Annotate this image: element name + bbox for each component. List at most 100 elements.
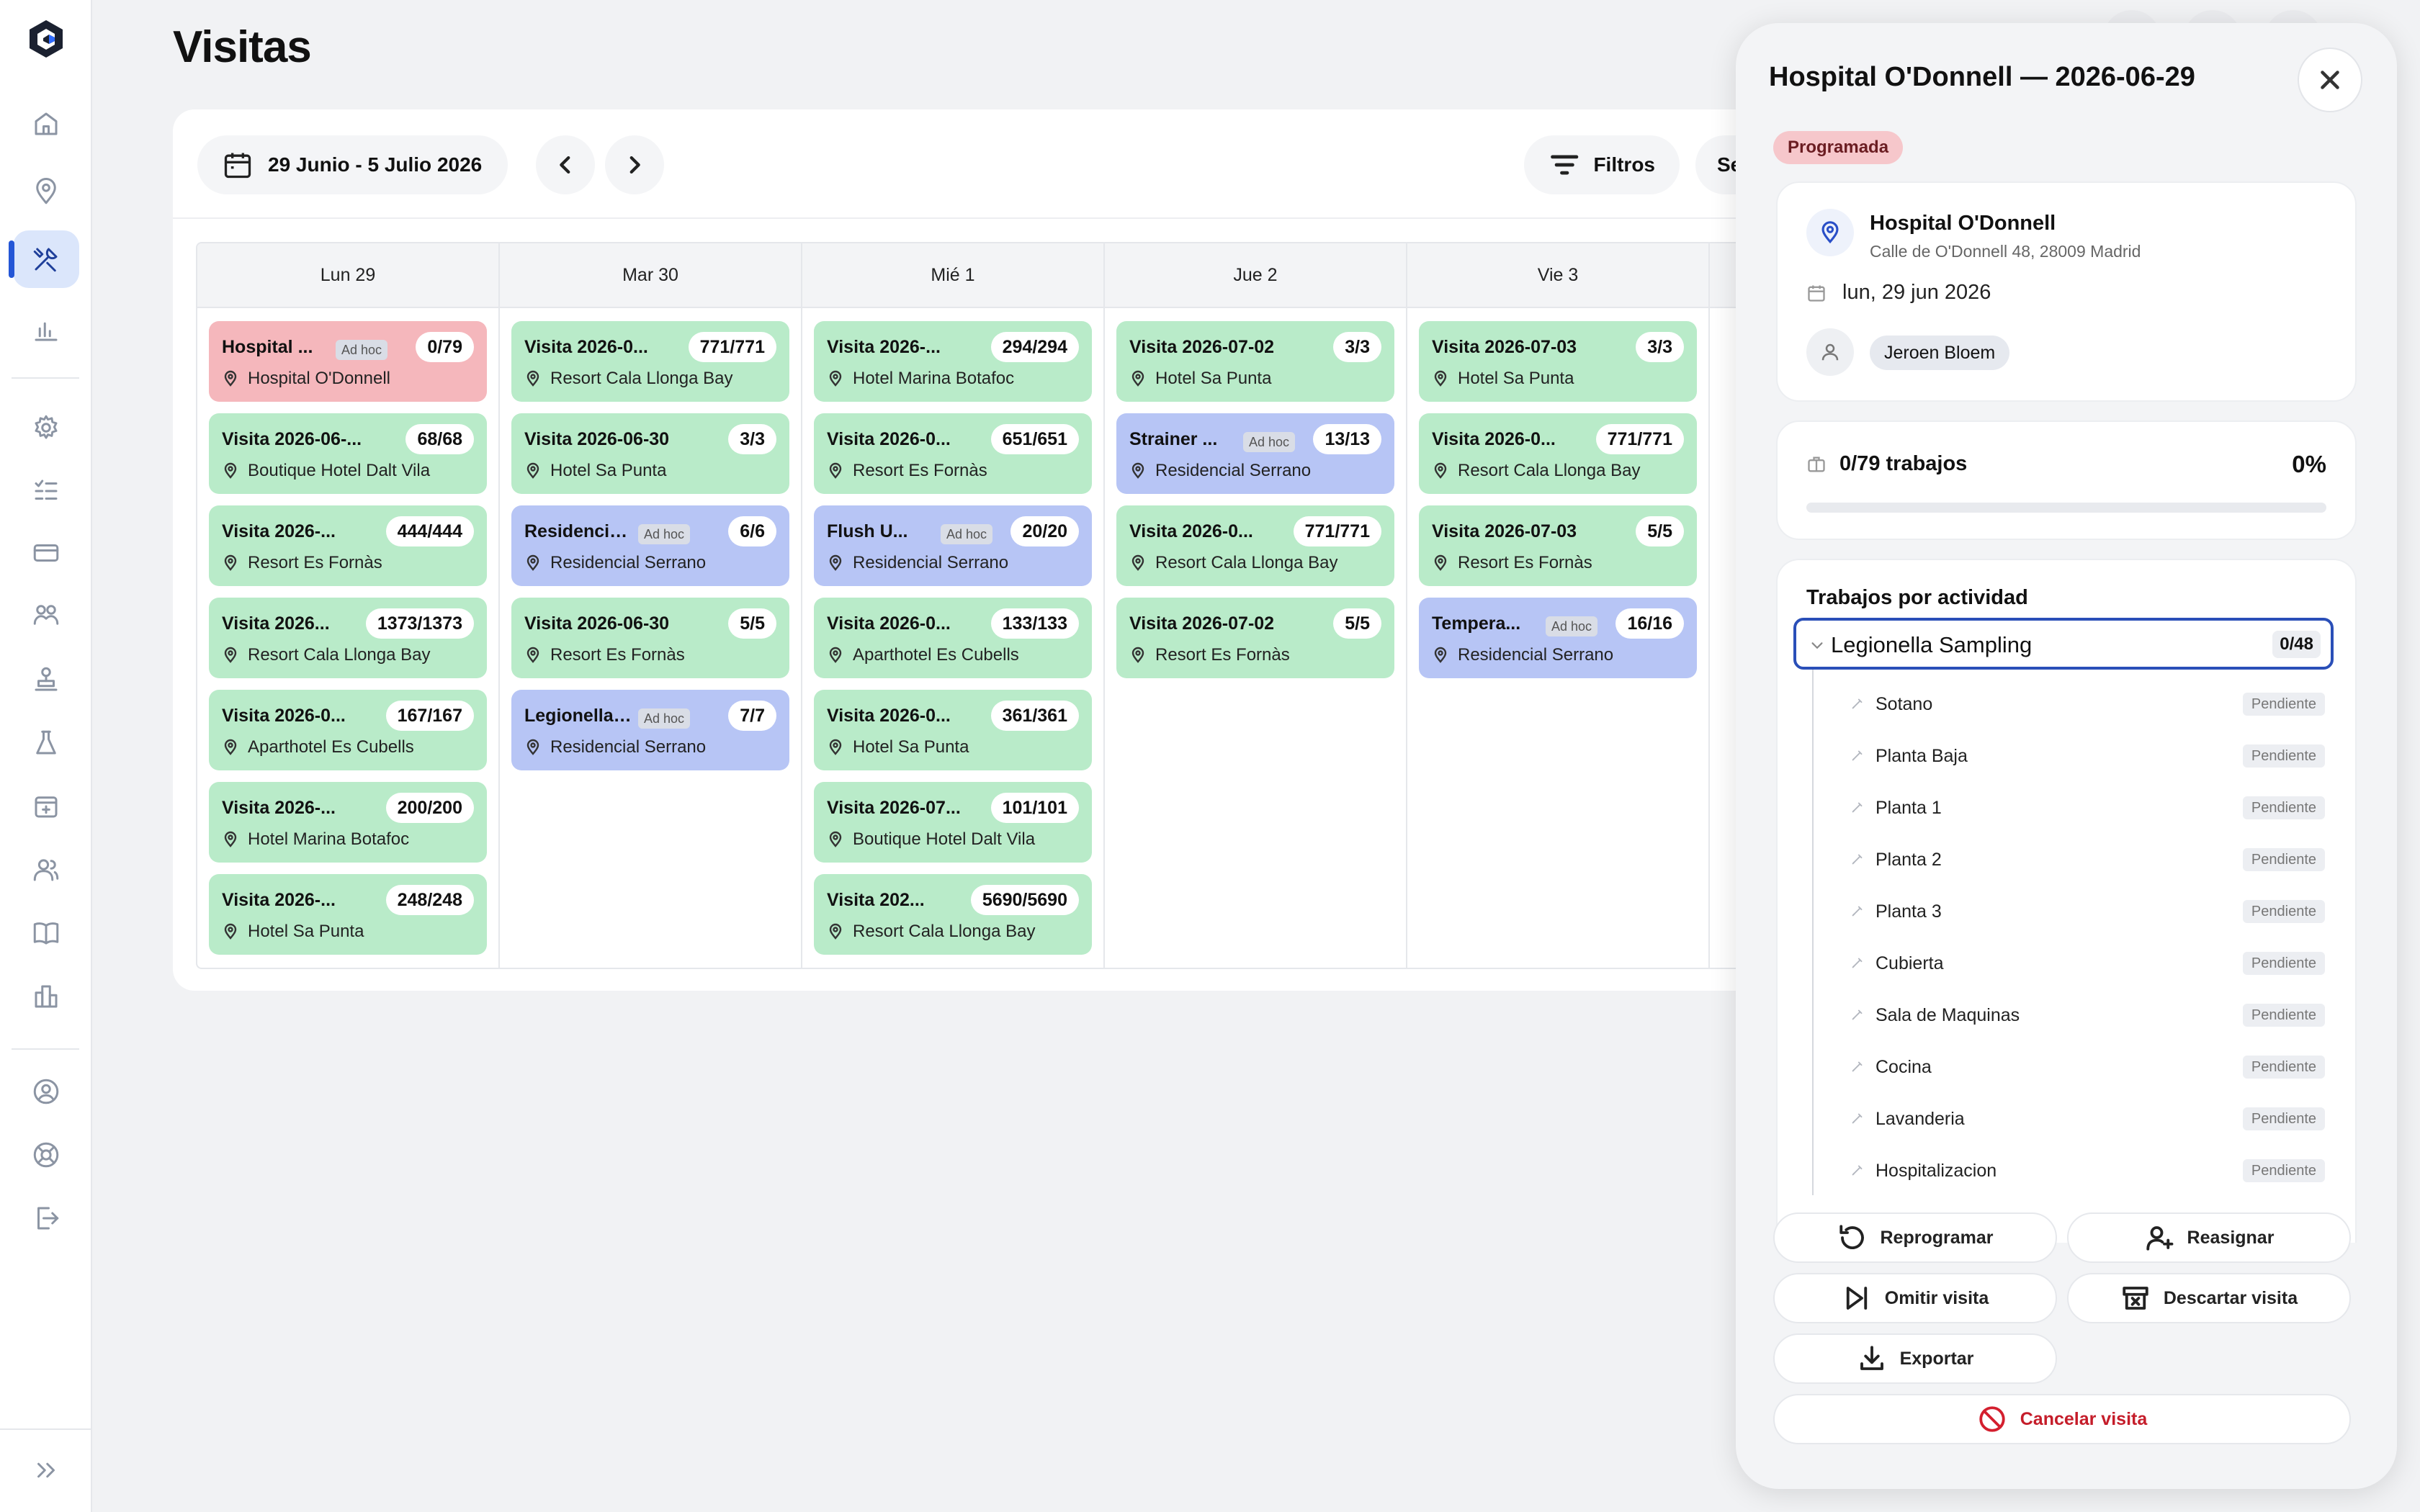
task-row[interactable]: Cocina Pendiente [1850, 1048, 2325, 1089]
nav-stamps[interactable] [13, 651, 79, 708]
visit-card[interactable]: Visita 2026-... 294/294 Hotel Marina Botaf… [814, 321, 1092, 402]
visit-location: Boutique Hotel Dalt Vila [222, 461, 430, 481]
visit-card[interactable]: Visita 2026-... 248/248 Hotel Sa Punta [209, 874, 487, 955]
visit-location-label: Residencial Serrano [1155, 461, 1312, 480]
nav-tasks[interactable] [13, 462, 79, 520]
visit-card[interactable]: Visita 2026-0... 771/771 Resort Cala Llong… [511, 321, 789, 402]
visit-card[interactable]: Flush U... Ad hoc 20/20 Residencial Serrano [814, 505, 1092, 586]
activity-row-legionella[interactable]: Legionella Sampling 0/48 [1793, 618, 2334, 670]
visit-location-label: Resort Es Fornàs [248, 553, 382, 572]
previous-week-button[interactable] [536, 135, 595, 194]
credit-card-icon [33, 544, 59, 562]
visit-location-label: Resort Cala Llonga Bay [1155, 553, 1338, 572]
filters-button[interactable]: Filtros [1524, 135, 1680, 194]
calendar-icon [1808, 285, 1825, 302]
visit-card[interactable]: Strainer ... Ad hoc 13/13 Residencial Serra… [1116, 413, 1394, 494]
app-logo[interactable] [24, 17, 68, 60]
task-row[interactable]: Planta 1 Pendiente [1850, 789, 2325, 829]
nav-visits[interactable] [9, 230, 79, 288]
sampling-icon [1852, 1113, 1863, 1124]
progress-label-row: 0/79 trabajos [1806, 452, 1967, 476]
nav-teams[interactable] [13, 586, 79, 644]
visit-card[interactable]: Visita 2026-07-03 5/5 Resort Es Fornàs [1419, 505, 1697, 586]
task-status-badge: Pendiente [2242, 952, 2325, 975]
task-status-badge: Pendiente [2242, 1056, 2325, 1079]
visit-count-badge: 3/3 [1636, 332, 1684, 362]
task-row[interactable]: Cubierta Pendiente [1850, 945, 2325, 985]
activity-count: 0/48 [2272, 631, 2321, 658]
task-row[interactable]: Sotano Pendiente [1850, 685, 2325, 726]
task-row[interactable]: Sala de Maquinas Pendiente [1850, 996, 2325, 1037]
visit-card[interactable]: Visita 2026-0... 167/167 Aparthotel Es Cub… [209, 690, 487, 770]
nav-locations[interactable] [13, 163, 79, 220]
visit-card[interactable]: Visita 2026-0... 771/771 Resort Cala Llong… [1419, 413, 1697, 494]
task-row[interactable]: Planta 2 Pendiente [1850, 841, 2325, 881]
visit-card[interactable]: Visita 2026-0... 771/771 Resort Cala Llong… [1116, 505, 1394, 586]
nav-account[interactable] [13, 1063, 79, 1120]
task-name: Cubierta [1876, 953, 1944, 973]
date-range-picker[interactable]: 29 Junio - 5 Julio 2026 [197, 135, 508, 194]
visit-title: Visita 2026-0... [222, 706, 346, 726]
visit-count-badge: 16/16 [1615, 608, 1684, 639]
nav-home[interactable] [13, 95, 79, 153]
visit-card[interactable]: Legionella ... Ad hoc 7/7 Residencial Serra… [511, 690, 789, 770]
task-name: Planta 2 [1876, 850, 1942, 870]
nav-buildings[interactable] [13, 968, 79, 1025]
visit-card[interactable]: Visita 202... 5690/5690 Resort Cala Llonga… [814, 874, 1092, 955]
visit-count-badge: 167/167 [385, 701, 474, 731]
visit-card[interactable]: Visita 2026-... 200/200 Hotel Marina Botaf… [209, 782, 487, 863]
expand-sidebar-button[interactable] [13, 1441, 79, 1499]
nav-reports[interactable] [13, 301, 79, 359]
visit-title: Visita 2026-06-30 [524, 429, 670, 449]
visit-location-label: Hotel Sa Punta [1155, 369, 1272, 388]
visit-detail-panel: Hospital O'Donnell — 2026-06-29 Programa… [1736, 23, 2397, 1489]
nav-help[interactable] [13, 1126, 79, 1184]
nav-docs[interactable] [13, 904, 79, 962]
visit-card[interactable]: Visita 2026-... 444/444 Resort Es Fornàs [209, 505, 487, 586]
visit-card[interactable]: Visita 2026-07... 101/101 Boutique Hotel D… [814, 782, 1092, 863]
visit-card[interactable]: Visita 2026-07-02 5/5 Resort Es Fornàs [1116, 598, 1394, 678]
visit-card[interactable]: Hospital ... Ad hoc 0/79 Hospital O'Donnell [209, 321, 487, 402]
adhoc-tag: Ad hoc [638, 708, 691, 729]
reschedule-label: Reprogramar [1880, 1227, 1994, 1248]
visit-card[interactable]: Tempera... Ad hoc 16/16 Residencial Serrano [1419, 598, 1697, 678]
visit-card[interactable]: Visita 2026-06-30 3/3 Hotel Sa Punta [511, 413, 789, 494]
next-week-button[interactable] [605, 135, 664, 194]
visit-card[interactable]: Visita 2026-07-02 3/3 Hotel Sa Punta [1116, 321, 1394, 402]
visit-card[interactable]: Visita 2026-07-03 3/3 Hotel Sa Punta [1419, 321, 1697, 402]
visit-card[interactable]: Visita 2026... 1373/1373 Resort Cala Llong… [209, 598, 487, 678]
skip-visit-button[interactable]: Omitir visita [1773, 1273, 2057, 1323]
visit-card[interactable]: Visita 2026-0... 133/133 Aparthotel Es Cub… [814, 598, 1092, 678]
visit-card[interactable]: Visita 2026-06-... 68/68 Boutique Hotel Da… [209, 413, 487, 494]
visit-title: Visita 2026-... [222, 798, 336, 818]
visit-location: Resort Cala Llonga Bay [1432, 461, 1640, 481]
visit-card[interactable]: Visita 2026-06-30 5/5 Resort Es Fornàs [511, 598, 789, 678]
task-row[interactable]: Planta 3 Pendiente [1850, 893, 2325, 933]
task-status-badge: Pendiente [2242, 796, 2325, 819]
visit-card[interactable]: Visita 2026-0... 361/361 Hotel Sa Punta [814, 690, 1092, 770]
task-row[interactable]: Lavanderia Pendiente [1850, 1100, 2325, 1140]
assignee-badge[interactable]: Jeroen Bloem [1870, 336, 2010, 370]
visit-card[interactable]: Residencia... Ad hoc 6/6 Residencial Serran… [511, 505, 789, 586]
cancel-visit-button[interactable]: Cancelar visita [1773, 1394, 2351, 1444]
visit-card[interactable]: Visita 2026-0... 651/651 Resort Es Fornàs [814, 413, 1092, 494]
nav-settings[interactable] [13, 399, 79, 456]
filter-icon [1551, 155, 1579, 175]
nav-billing[interactable] [13, 524, 79, 582]
reschedule-button[interactable]: Reprogramar [1773, 1212, 2057, 1263]
discard-visit-button[interactable]: Descartar visita [2067, 1273, 2351, 1323]
nav-calendar[interactable] [13, 778, 79, 835]
nav-users[interactable] [13, 841, 79, 899]
nav-lab[interactable] [13, 714, 79, 772]
task-name: Planta 1 [1876, 798, 1942, 818]
task-row[interactable]: Planta Baja Pendiente [1850, 737, 2325, 778]
nav-logout[interactable] [13, 1189, 79, 1247]
export-button[interactable]: Exportar [1773, 1333, 2057, 1384]
week-grid: Lun 29 Hospital ... Ad hoc 0/79 Hospital O'D… [196, 242, 1779, 969]
reassign-button[interactable]: Reasignar [2067, 1212, 2351, 1263]
task-row[interactable]: Hospitalizacion Pendiente [1850, 1152, 2325, 1192]
visit-location: Residencial Serrano [827, 553, 1008, 573]
map-pin-icon [36, 178, 56, 204]
close-panel-button[interactable] [2298, 48, 2362, 112]
visit-location-label: Residencial Serrano [1458, 645, 1614, 665]
